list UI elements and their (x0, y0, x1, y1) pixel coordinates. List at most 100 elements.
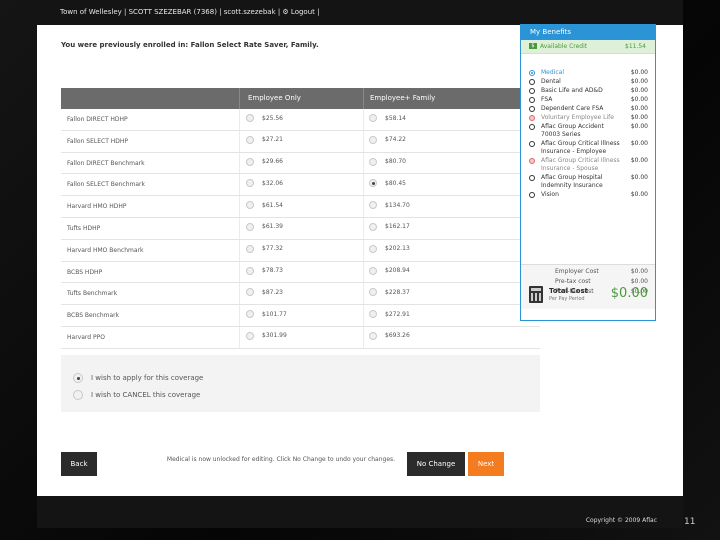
benefit-item[interactable]: Medical $0.00 (521, 69, 655, 78)
employee-only-option[interactable]: $61.54 (246, 201, 283, 210)
employee-family-option[interactable]: $208.94 (369, 266, 410, 275)
benefit-item[interactable]: Aflac Group Accident 70003 Series $0.00 (521, 123, 655, 140)
employee-only-price: $61.54 (262, 201, 283, 209)
benefit-status-icon (529, 158, 535, 164)
employee-only-radio[interactable] (246, 266, 254, 275)
employee-only-option[interactable]: $25.56 (246, 114, 283, 122)
employee-family-option[interactable]: $74.22 (369, 135, 406, 144)
employee-family-option[interactable]: $58.14 (369, 114, 406, 122)
employee-family-price: $693.26 (385, 332, 410, 340)
apply-coverage-label: I wish to apply for this coverage (91, 374, 204, 382)
back-button[interactable]: Back (61, 452, 97, 476)
employee-only-radio[interactable] (246, 222, 254, 231)
my-benefits-panel: My Benefits $ Available Credit $11.54 Me… (520, 24, 656, 321)
employee-family-option[interactable]: $134.70 (369, 201, 410, 210)
employee-only-option[interactable]: $87.23 (246, 288, 283, 297)
cancel-coverage-option[interactable]: I wish to CANCEL this coverage (73, 390, 200, 400)
column-divider (239, 152, 240, 174)
employee-only-option[interactable]: $78.73 (246, 266, 283, 275)
employee-family-option[interactable]: $162.17 (369, 222, 410, 231)
benefit-item[interactable]: FSA $0.00 (521, 96, 655, 105)
my-benefits-title: My Benefits (521, 25, 655, 40)
employee-family-price: $208.94 (385, 267, 410, 275)
benefit-item[interactable]: Basic Life and AD&D $0.00 (521, 87, 655, 96)
apply-coverage-option[interactable]: I wish to apply for this coverage (73, 373, 203, 383)
employee-family-radio[interactable] (369, 266, 377, 275)
benefit-status-icon (529, 115, 535, 121)
employee-only-radio[interactable] (246, 244, 254, 253)
employee-family-option[interactable]: $202.13 (369, 244, 410, 253)
column-divider (363, 239, 364, 261)
benefit-name: FSA (541, 96, 553, 103)
no-change-button[interactable]: No Change (407, 452, 465, 476)
employee-family-radio[interactable] (369, 179, 377, 188)
user-header[interactable]: Town of Wellesley | SCOTT SZEZEBAR (7368… (60, 8, 319, 16)
slide-page-number: 11 (684, 517, 696, 527)
employee-only-radio[interactable] (246, 331, 254, 340)
employee-family-radio[interactable] (369, 331, 377, 340)
benefit-item[interactable]: Dependent Care FSA $0.00 (521, 105, 655, 114)
employee-family-option[interactable]: $228.37 (369, 288, 410, 297)
employee-only-option[interactable]: $101.77 (246, 310, 287, 319)
employee-family-radio[interactable] (369, 201, 377, 210)
table-row: Fallon DIRECT Benchmark $29.66 $80.70 (61, 152, 540, 175)
plans-table: Employee Only Employee+ Family Fallon DI… (61, 88, 540, 349)
cost-summary-label: Employer Cost (555, 268, 599, 275)
benefit-name: Aflac Group Accident 70003 Series (541, 123, 604, 138)
employee-family-option[interactable]: $693.26 (369, 331, 410, 340)
benefit-item[interactable]: Vision $0.00 (521, 191, 655, 200)
employee-family-price: $134.70 (385, 201, 410, 209)
next-button[interactable]: Next (468, 452, 504, 476)
benefit-cost: $0.00 (630, 123, 648, 130)
cost-summary-label: Pre-tax cost (555, 278, 591, 285)
employee-only-option[interactable]: $61.39 (246, 222, 283, 231)
column-divider (239, 239, 240, 261)
employee-family-radio[interactable] (369, 135, 377, 144)
employee-family-option[interactable]: $272.91 (369, 310, 410, 319)
benefit-cost: $0.00 (630, 140, 648, 147)
employee-family-radio[interactable] (369, 244, 377, 253)
employee-only-price: $78.73 (262, 267, 283, 275)
benefit-item[interactable]: Aflac Group Critical Illness Insurance -… (521, 140, 655, 157)
benefit-status-icon (529, 141, 535, 147)
employee-only-radio[interactable] (246, 157, 254, 166)
benefit-name: Medical (541, 69, 564, 76)
table-row: Fallon SELECT Benchmark $32.06 $80.45 (61, 174, 540, 197)
employee-only-radio[interactable] (246, 114, 254, 122)
employee-only-option[interactable]: $301.99 (246, 331, 287, 340)
employee-only-radio[interactable] (246, 179, 254, 188)
total-cost-value: $0.00 (610, 286, 648, 301)
cancel-coverage-radio[interactable] (73, 390, 83, 400)
employee-only-radio[interactable] (246, 310, 254, 319)
cost-summary-row: Employer Cost $0.00 (521, 265, 655, 275)
employee-family-price: $58.14 (385, 114, 406, 122)
employee-family-radio[interactable] (369, 114, 377, 122)
plan-name: BCBS HDHP (67, 268, 103, 276)
employee-only-option[interactable]: $32.06 (246, 179, 283, 188)
benefit-cost: $0.00 (630, 96, 648, 103)
employee-only-radio[interactable] (246, 201, 254, 210)
employee-only-option[interactable]: $27.21 (246, 135, 283, 144)
employee-family-radio[interactable] (369, 222, 377, 231)
benefit-item[interactable]: Voluntary Employee Life $0.00 (521, 114, 655, 123)
employee-only-option[interactable]: $77.32 (246, 244, 283, 253)
available-credit-value: $11.54 (625, 43, 646, 50)
table-row: Tufts HDHP $61.39 $162.17 (61, 217, 540, 240)
employee-family-option[interactable]: $80.45 (369, 179, 406, 188)
employee-family-option[interactable]: $80.70 (369, 157, 406, 166)
benefit-name: Aflac Group Critical Illness Insurance -… (541, 140, 620, 155)
employee-only-radio[interactable] (246, 288, 254, 297)
benefit-item[interactable]: Dental $0.00 (521, 78, 655, 87)
benefit-item[interactable]: Aflac Group Hospital Indemnity Insurance… (521, 174, 655, 191)
employee-family-price: $272.91 (385, 310, 410, 318)
employee-family-radio[interactable] (369, 157, 377, 166)
employee-family-radio[interactable] (369, 310, 377, 319)
employee-only-price: $87.23 (262, 288, 283, 296)
employee-only-option[interactable]: $29.66 (246, 157, 283, 166)
apply-coverage-radio[interactable] (73, 373, 83, 383)
employee-family-radio[interactable] (369, 288, 377, 297)
benefit-item[interactable]: Aflac Group Critical Illness Insurance -… (521, 157, 655, 174)
employee-only-radio[interactable] (246, 135, 254, 144)
benefit-status-icon (529, 88, 535, 94)
table-row: BCBS HDHP $78.73 $208.94 (61, 261, 540, 284)
